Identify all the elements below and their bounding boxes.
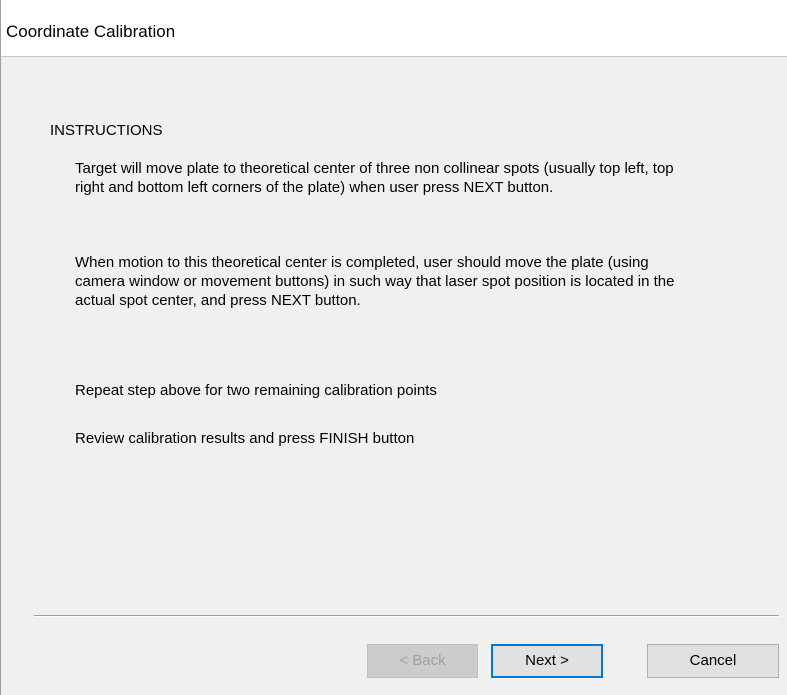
instruction-paragraph-1: Target will move plate to theoretical ce… [75,160,674,196]
back-button[interactable]: < Back [367,644,478,678]
window-title: Coordinate Calibration [6,22,176,41]
button-area-divider [34,615,779,617]
next-button[interactable]: Next > [491,644,603,678]
calibration-dialog: Coordinate Calibration INSTRUCTIONS Targ… [0,0,787,695]
title-bar[interactable]: Coordinate Calibration [1,0,787,57]
wizard-page: INSTRUCTIONS Target will move plate to t… [1,57,787,695]
instruction-paragraph-2: When motion to this theoretical center i… [75,254,675,309]
instruction-paragraph-4: Review calibration results and press FIN… [75,430,415,447]
cancel-button[interactable]: Cancel [647,644,779,678]
instructions-heading: INSTRUCTIONS [50,122,163,139]
instruction-paragraph-3: Repeat step above for two remaining cali… [75,382,437,399]
